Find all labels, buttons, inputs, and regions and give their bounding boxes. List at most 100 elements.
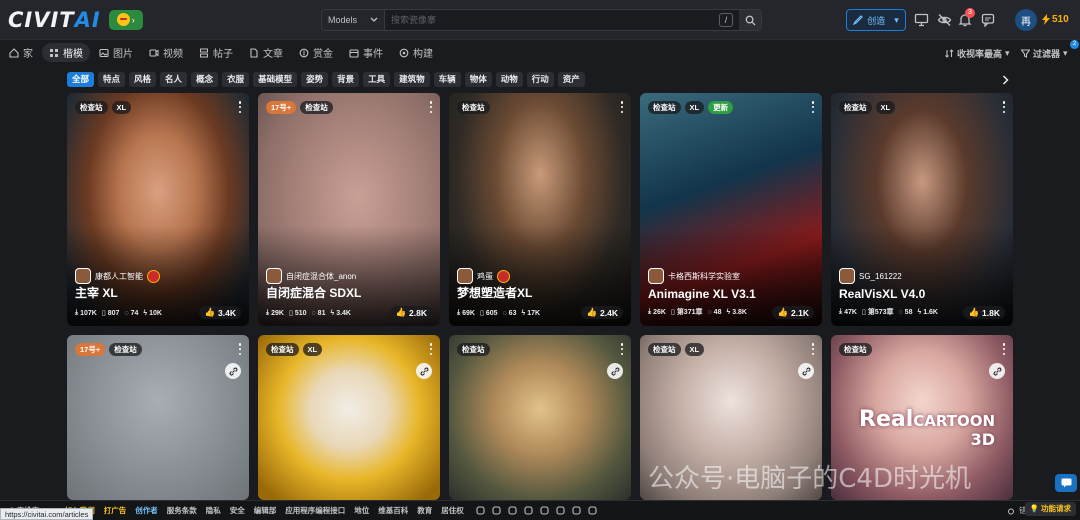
- category-chip[interactable]: 建筑物: [394, 72, 430, 87]
- nav-tab-7[interactable]: 事件: [342, 43, 390, 62]
- creator-info[interactable]: 鸡蛋: [457, 268, 510, 284]
- buzz-balance[interactable]: 510: [1042, 14, 1069, 25]
- card-menu-button[interactable]: [619, 101, 625, 113]
- footer-link[interactable]: 服务条款: [167, 505, 197, 516]
- nav-tab-label: 家: [23, 49, 33, 60]
- link-button[interactable]: [798, 363, 814, 379]
- chat-fab-button[interactable]: [1055, 474, 1077, 492]
- category-chip[interactable]: 风格: [129, 72, 157, 87]
- model-card[interactable]: 检查站 XL: [258, 335, 440, 500]
- footer-link[interactable]: 居住权: [441, 505, 464, 516]
- youtube-icon[interactable]: [524, 506, 534, 516]
- card-menu-button[interactable]: [810, 101, 816, 113]
- emoji-menu-button[interactable]: ›: [108, 9, 143, 30]
- model-card[interactable]: 检查站 XL 更新 卡格西斯科学实验室 Animagine XL V3.1 ⤓ 26K ▯ 第3…: [640, 93, 822, 326]
- footer-link[interactable]: 打广告: [104, 505, 127, 516]
- feature-request-button[interactable]: 💡 功能请求: [1024, 502, 1076, 516]
- nav-tab-5[interactable]: 文章: [242, 43, 290, 62]
- card-tag: 检查站: [648, 101, 681, 114]
- reddit-icon[interactable]: [556, 506, 566, 516]
- github-icon[interactable]: [572, 506, 582, 516]
- nav-tab-2[interactable]: 图片: [92, 43, 140, 62]
- model-card[interactable]: 17号+ 检查站: [67, 335, 249, 500]
- card-menu-button[interactable]: [1001, 343, 1007, 355]
- main-nav: 家 楷模 图片 视频 帖子 文章 赏金 事件 构建: [0, 40, 1080, 65]
- create-button[interactable]: 创造 ▾: [846, 9, 906, 31]
- category-chip[interactable]: 衣服: [222, 72, 250, 87]
- search-input[interactable]: [385, 10, 719, 30]
- category-chip[interactable]: 基础模型: [253, 72, 298, 87]
- footer-link[interactable]: 维基百科: [378, 505, 408, 516]
- footer-link[interactable]: 教育: [417, 505, 432, 516]
- nav-tab-6[interactable]: 赏金: [292, 43, 340, 62]
- stat-1: ▯ 第573章: [862, 307, 894, 317]
- sort-dropdown[interactable]: 收视率最高 ▾: [945, 47, 1010, 60]
- card-menu-button[interactable]: [237, 101, 243, 113]
- nav-tab-0[interactable]: 家: [2, 43, 40, 62]
- card-menu-button[interactable]: [619, 343, 625, 355]
- model-card[interactable]: 检查站 鸡蛋 梦想塑造者XL ⤓ 69K ▯ 605 ◌ 63 ϟ 17K 👍 2.4K: [449, 93, 631, 326]
- link-button[interactable]: [989, 363, 1005, 379]
- civitai-logo[interactable]: CIVITAI: [8, 8, 101, 32]
- tiktok-icon[interactable]: [540, 506, 550, 516]
- category-chip[interactable]: 行动: [526, 72, 554, 87]
- chat-icon[interactable]: [979, 11, 997, 29]
- category-chip[interactable]: 工具: [363, 72, 391, 87]
- category-chip[interactable]: 背景: [332, 72, 360, 87]
- category-chip[interactable]: 特点: [98, 72, 126, 87]
- creator-info[interactable]: 康都人工智能: [75, 268, 160, 284]
- card-menu-button[interactable]: [1001, 101, 1007, 113]
- model-card[interactable]: 检查站: [449, 335, 631, 500]
- category-chip[interactable]: 车辆: [433, 72, 461, 87]
- user-avatar[interactable]: 再: [1015, 9, 1037, 31]
- model-card[interactable]: 检查站 XL SG_161222 RealVisXL V4.0 ⤓ 47K ▯ 第573章 ◌ 5…: [831, 93, 1013, 326]
- footer-link[interactable]: 编辑部: [254, 505, 277, 516]
- category-chip[interactable]: 全部: [67, 72, 95, 87]
- chips-next-button[interactable]: [998, 72, 1012, 87]
- download-icon: ⤓: [457, 309, 461, 316]
- nav-tab-1[interactable]: 楷模: [42, 43, 90, 62]
- card-menu-button[interactable]: [428, 343, 434, 355]
- stat-3: ϟ 3.4K: [330, 310, 351, 317]
- link-icon: [229, 367, 237, 375]
- x-icon[interactable]: [492, 506, 502, 516]
- card-menu-button[interactable]: [428, 101, 434, 113]
- emoji-face-icon: [116, 13, 130, 26]
- twitch-icon[interactable]: [588, 506, 598, 516]
- footer-link[interactable]: 创作者: [135, 505, 158, 516]
- nav-tab-3[interactable]: 视频: [142, 43, 190, 62]
- filter-button[interactable]: 过滤器 ▾: [1021, 47, 1068, 60]
- category-chip[interactable]: 姿势: [301, 72, 329, 87]
- footer-link[interactable]: 安全: [230, 505, 245, 516]
- link-button[interactable]: [607, 363, 623, 379]
- link-button[interactable]: [225, 363, 241, 379]
- category-chip[interactable]: 物体: [464, 72, 492, 87]
- model-card[interactable]: 检查站 XL 康都人工智能 主宰 XL ⤓ 107K ▯ 807 ◌ 74 ϟ 10K 👍 3.4K: [67, 93, 249, 326]
- thumbs-up-icon: 👍: [395, 307, 407, 317]
- model-card[interactable]: 17号+ 检查站 自闭症混合体_anon 自闭症混合 SDXL ⤓ 29K ▯ 510 ◌ 81 ϟ…: [258, 93, 440, 326]
- instagram-icon[interactable]: [508, 506, 518, 516]
- footer-link[interactable]: 地位: [354, 505, 369, 516]
- eye-off-icon[interactable]: [935, 11, 953, 29]
- nav-tab-8[interactable]: 构建: [392, 43, 440, 62]
- search-scope-select[interactable]: Models: [322, 10, 385, 30]
- category-chip[interactable]: 名人: [160, 72, 188, 87]
- creator-info[interactable]: SG_161222: [839, 268, 902, 284]
- nav-tab-4[interactable]: 帖子: [192, 43, 240, 62]
- card-menu-button[interactable]: [810, 343, 816, 355]
- category-chip[interactable]: 资产: [557, 72, 585, 87]
- link-icon: [611, 367, 619, 375]
- footer-link[interactable]: 应用程序编程接口: [285, 505, 345, 516]
- link-button[interactable]: [416, 363, 432, 379]
- card-tags: 17号+ 检查站: [266, 101, 333, 114]
- category-chip[interactable]: 概念: [191, 72, 219, 87]
- category-chip[interactable]: 动物: [495, 72, 523, 87]
- discord-icon[interactable]: [476, 506, 486, 516]
- footer-link[interactable]: 隐私: [206, 505, 221, 516]
- search-button[interactable]: [739, 10, 761, 30]
- creator-info[interactable]: 卡格西斯科学实验室: [648, 268, 740, 284]
- screen-icon[interactable]: [912, 11, 930, 29]
- feature-request-label: 功能请求: [1041, 504, 1071, 513]
- creator-info[interactable]: 自闭症混合体_anon: [266, 268, 356, 284]
- card-menu-button[interactable]: [237, 343, 243, 355]
